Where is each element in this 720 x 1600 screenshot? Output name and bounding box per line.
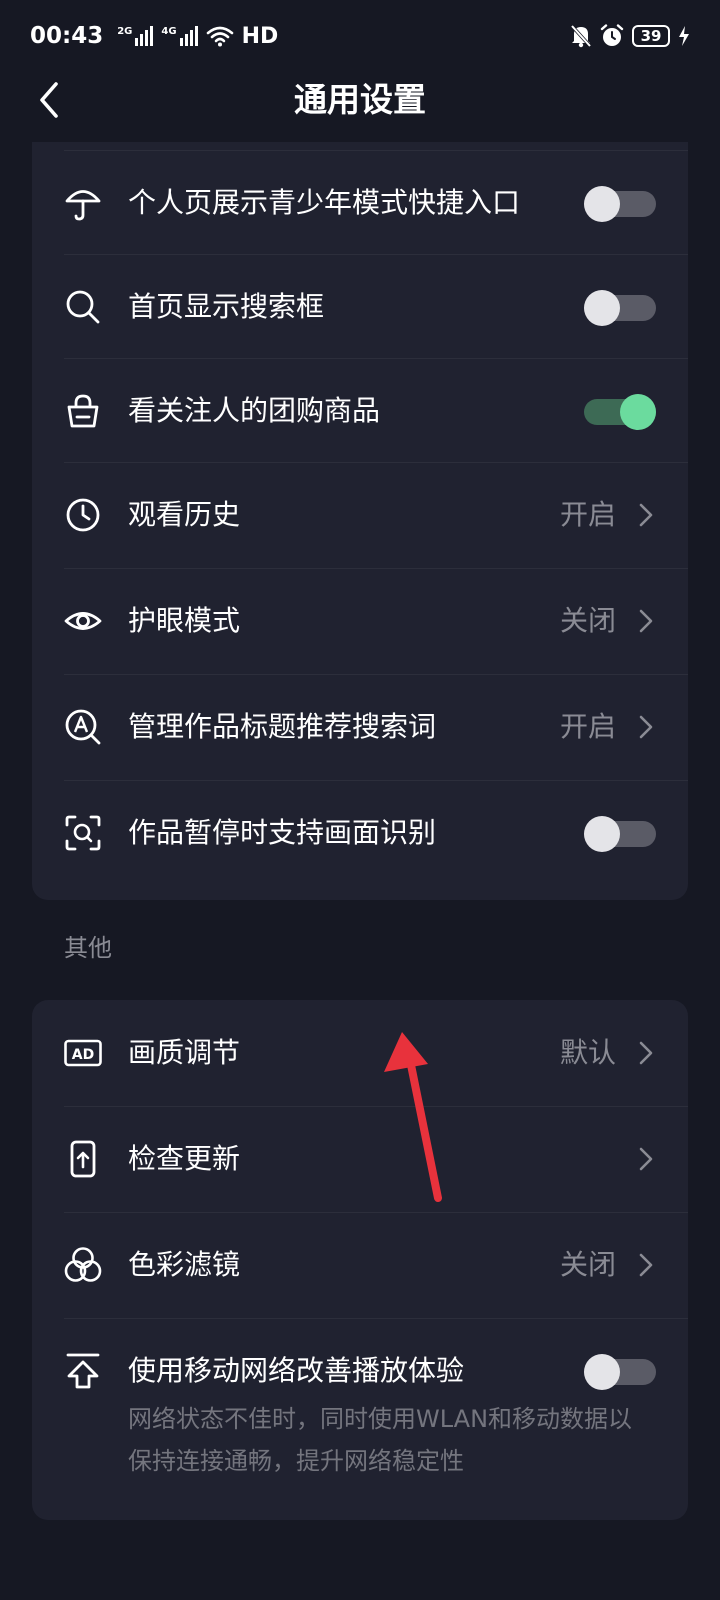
row-divider (64, 674, 688, 675)
chevron-right-icon (638, 608, 654, 634)
search-icon (64, 288, 102, 326)
svg-text:AD: AD (72, 1047, 94, 1063)
setting-label: 画质调节 (128, 1036, 241, 1069)
setting-row-eye-protection[interactable]: 护眼模式 关闭 (32, 568, 688, 674)
setting-label: 个人页展示青少年模式快捷入口 (128, 186, 521, 219)
status-time: 00:43 (30, 23, 104, 49)
row-divider (64, 568, 688, 569)
setting-label: 检查更新 (128, 1142, 241, 1175)
upload-arrow-icon (64, 1352, 102, 1390)
setting-label: 管理作品标题推荐搜索词 (128, 710, 437, 743)
group-buy-products-toggle[interactable] (584, 394, 656, 430)
settings-group-general: 个人页展示青少年模式快捷入口 首页显示搜索框 看关注人的团购商品 观看历史 开启… (32, 142, 688, 900)
row-divider (64, 462, 688, 463)
phone-update-icon (64, 1140, 102, 1178)
clock-icon (64, 496, 102, 534)
setting-description: 网络状态不佳时，同时使用WLAN和移动数据以保持连接通畅，提升网络稳定性 (128, 1405, 633, 1475)
chevron-right-icon (638, 502, 654, 528)
setting-row-home-search-box[interactable]: 首页显示搜索框 (32, 254, 688, 360)
setting-row-check-update[interactable]: 检查更新 (32, 1106, 688, 1212)
signal-1-icon: 2G (117, 26, 154, 46)
battery-indicator: 39 (632, 25, 670, 47)
section-title-other: 其他 (64, 934, 112, 962)
setting-row-mobile-network-boost[interactable]: 使用移动网络改善播放体验 网络状态不佳时，同时使用WLAN和移动数据以保持连接通… (32, 1318, 688, 1520)
chevron-right-icon (638, 714, 654, 740)
navigation-header: 通用设置 (0, 72, 720, 128)
row-divider (64, 150, 688, 151)
setting-label: 首页显示搜索框 (128, 290, 325, 323)
setting-row-watch-history[interactable]: 观看历史 开启 (32, 462, 688, 568)
setting-value: 默认 (559, 1036, 616, 1069)
eye-icon (64, 602, 102, 640)
search-text-icon (64, 708, 102, 746)
alarm-icon (600, 24, 624, 48)
wifi-icon (206, 25, 234, 47)
setting-row-pause-image-recognition[interactable]: 作品暂停时支持画面识别 (32, 780, 688, 886)
setting-label: 看关注人的团购商品 (128, 394, 381, 427)
chevron-right-icon (638, 1146, 654, 1172)
setting-row-teen-mode-entry[interactable]: 个人页展示青少年模式快捷入口 (32, 150, 688, 256)
row-divider (64, 1212, 688, 1213)
page-title: 通用设置 (294, 80, 426, 119)
setting-label: 作品暂停时支持画面识别 (128, 816, 437, 849)
annotation-arrow-icon (384, 1032, 442, 1202)
setting-value: 关闭 (559, 1248, 616, 1281)
setting-value: 开启 (559, 498, 616, 531)
scan-icon (64, 814, 102, 852)
ad-icon: AD (64, 1034, 102, 1072)
setting-row-group-buy-products[interactable]: 看关注人的团购商品 (32, 358, 688, 464)
row-divider (64, 358, 688, 359)
setting-label: 使用移动网络改善播放体验 (128, 1354, 465, 1387)
status-bar: 00:43 2G 4G HD 39 (0, 0, 720, 72)
mobile-network-boost-toggle[interactable] (584, 1354, 656, 1390)
umbrella-icon (64, 184, 102, 222)
pause-image-recognition-toggle[interactable] (584, 816, 656, 852)
setting-row-video-quality[interactable]: AD 画质调节 默认 (32, 1000, 688, 1106)
settings-group-other: AD 画质调节 默认 检查更新 色彩滤镜 关闭 使用移动网络改善播放体验 网络状… (32, 1000, 688, 1520)
status-bar-right: 39 (570, 24, 690, 48)
row-divider (64, 780, 688, 781)
setting-value: 关闭 (559, 604, 616, 637)
setting-row-color-filter[interactable]: 色彩滤镜 关闭 (32, 1212, 688, 1318)
row-divider (64, 254, 688, 255)
teen-mode-entry-toggle[interactable] (584, 186, 656, 222)
setting-row-title-search-words[interactable]: 管理作品标题推荐搜索词 开启 (32, 674, 688, 780)
shopping-bag-icon (64, 392, 102, 430)
row-divider (64, 1106, 688, 1107)
chevron-right-icon (638, 1252, 654, 1278)
chevron-right-icon (638, 1040, 654, 1066)
color-filter-icon (64, 1246, 102, 1284)
setting-label: 色彩滤镜 (128, 1248, 241, 1281)
setting-label: 护眼模式 (128, 604, 241, 637)
row-divider (64, 1318, 688, 1319)
charging-icon (678, 26, 690, 46)
hd-indicator: HD (241, 23, 279, 49)
signal-2-icon: 4G (161, 26, 198, 46)
general-settings-screen: 00:43 2G 4G HD 39 通用设置 个人页展示青少年模式快捷入口 首页… (0, 0, 720, 1600)
bell-muted-icon (570, 24, 592, 48)
status-bar-left: 00:43 2G 4G HD (30, 23, 278, 49)
setting-value: 开启 (559, 710, 616, 743)
setting-label: 观看历史 (128, 498, 241, 531)
home-search-box-toggle[interactable] (584, 290, 656, 326)
